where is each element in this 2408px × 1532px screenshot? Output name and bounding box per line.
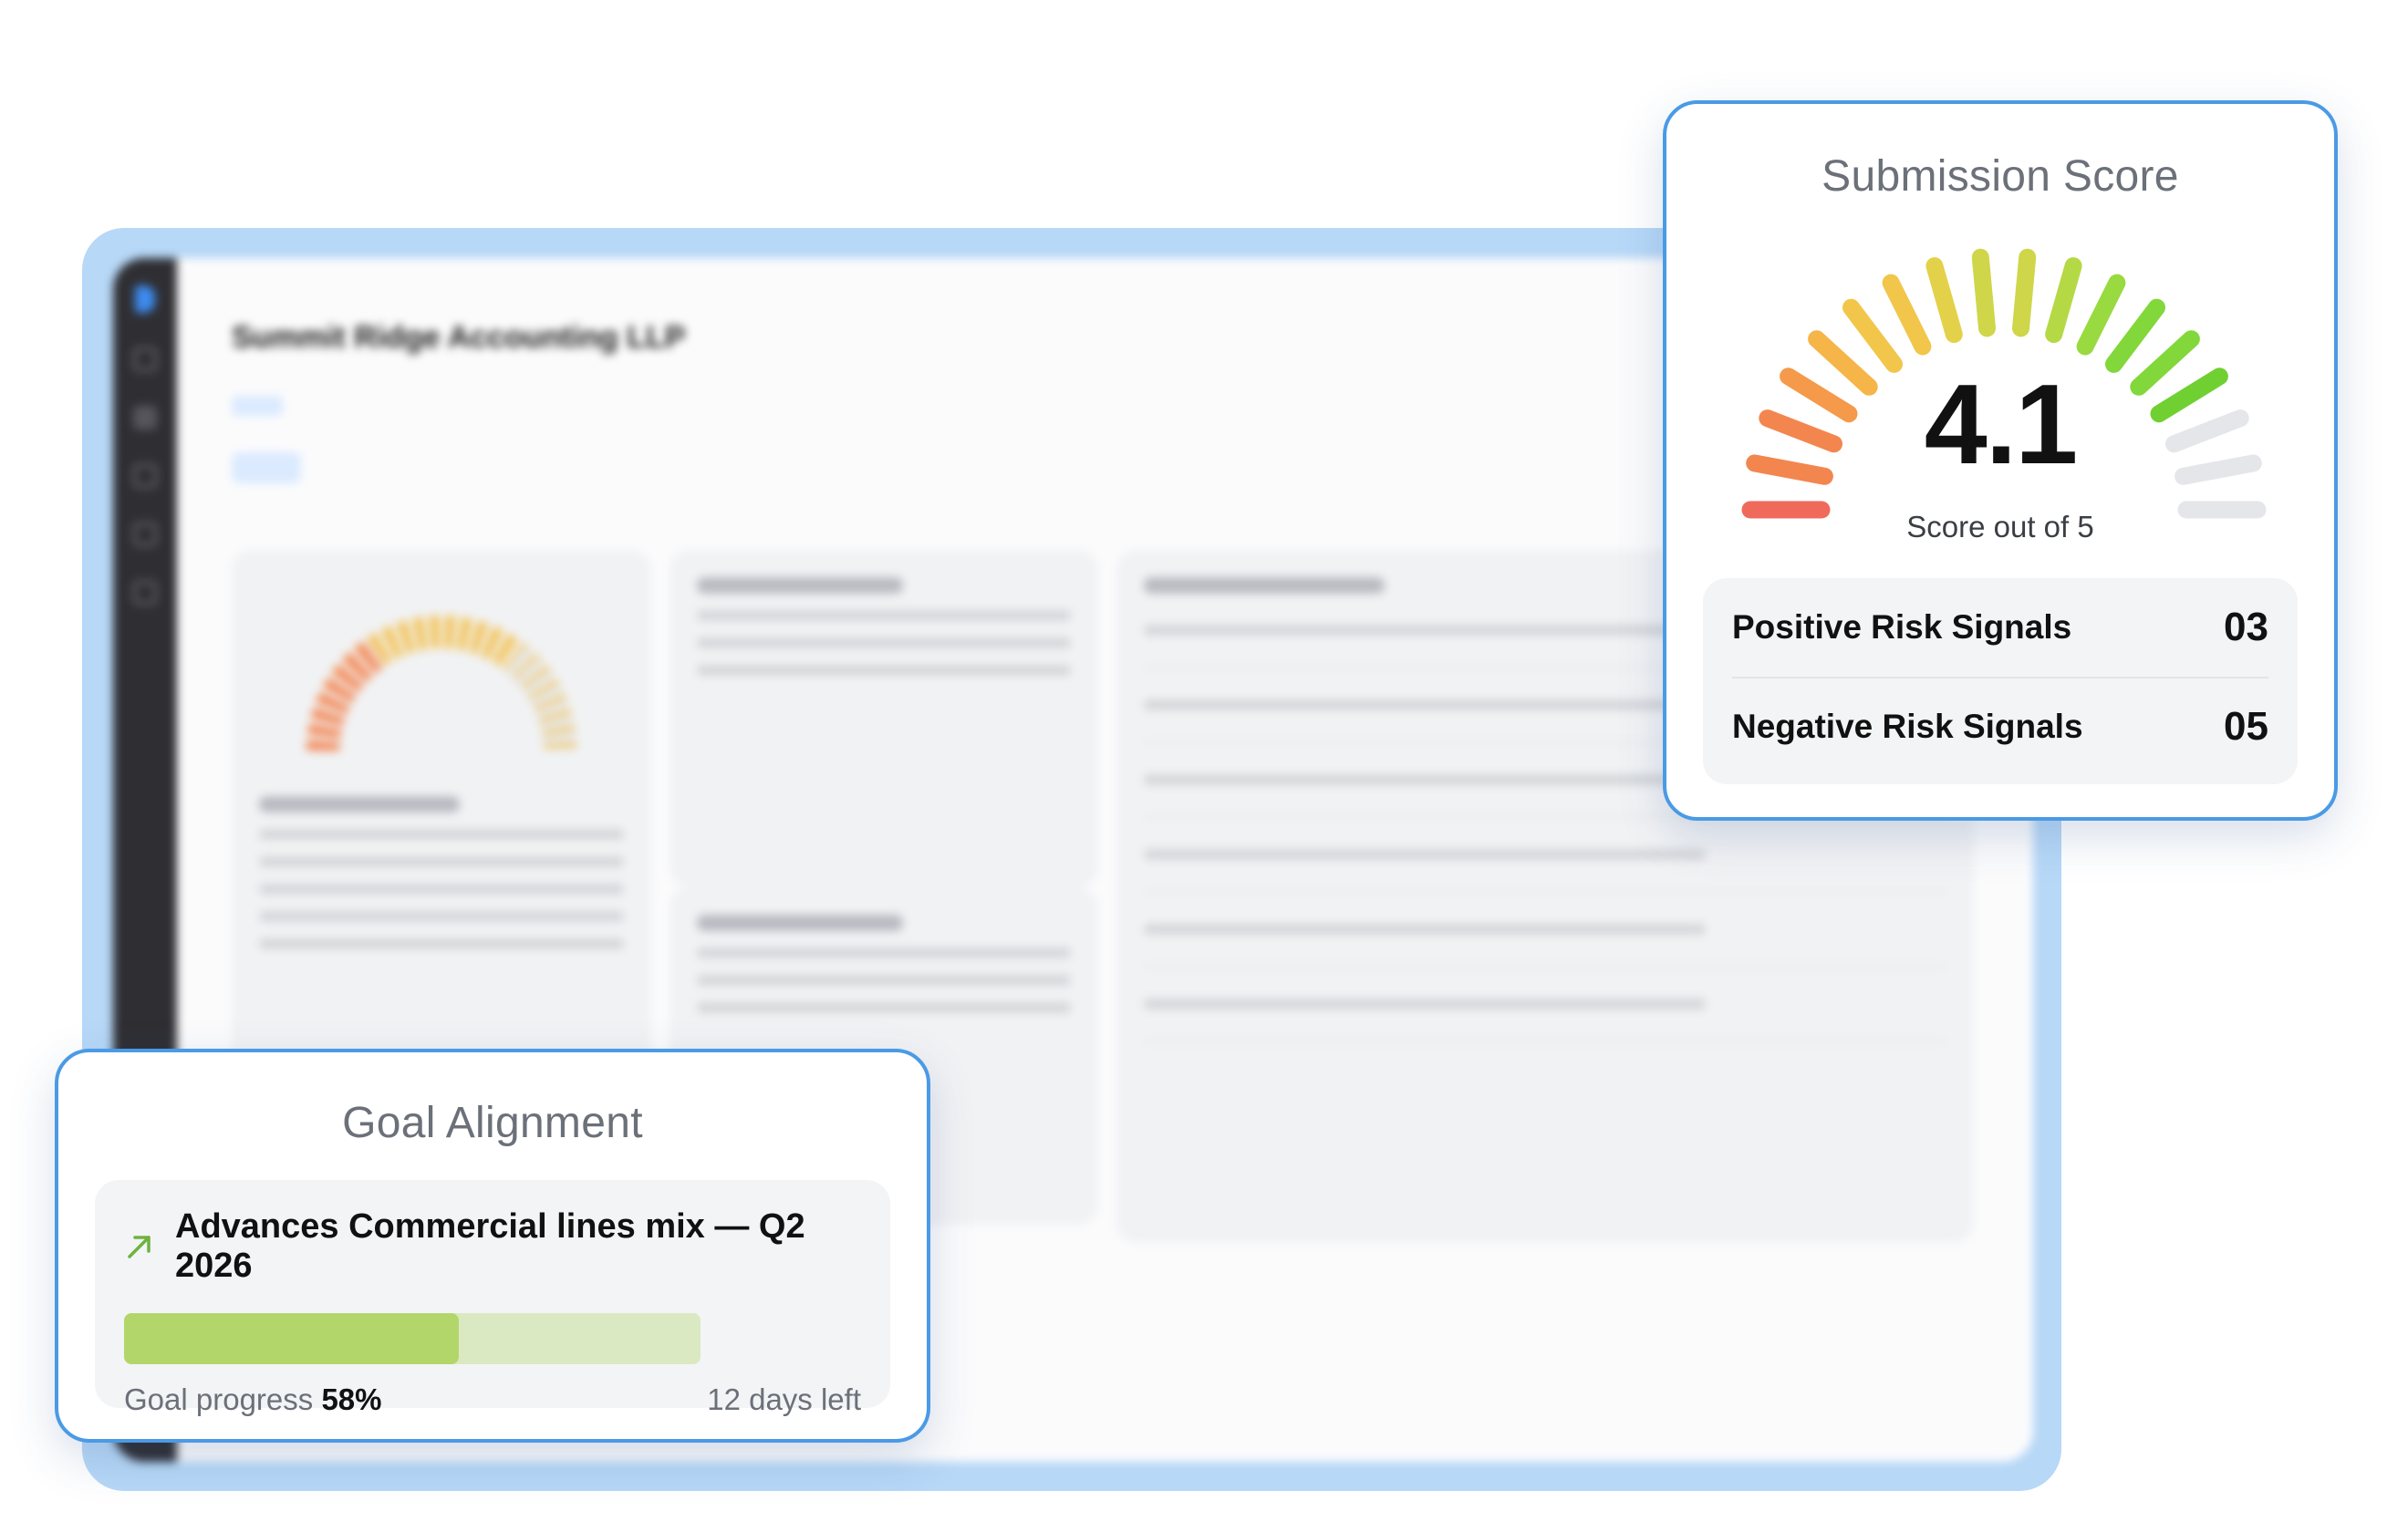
placeholder-line bbox=[697, 665, 1071, 676]
gauge-tick bbox=[1971, 248, 1996, 337]
clock-icon[interactable] bbox=[133, 523, 157, 546]
gauge-tick bbox=[2045, 257, 2082, 344]
goal-alignment-card: Goal Alignment Advances Commercial lines… bbox=[55, 1049, 930, 1443]
progress-label: Goal progress bbox=[124, 1382, 314, 1416]
goal-progress-fill bbox=[124, 1313, 459, 1364]
goal-card-title: Goal Alignment bbox=[342, 1099, 643, 1147]
negative-signals-row[interactable]: Negative Risk Signals 05 bbox=[1732, 677, 2268, 775]
score-card-title: Submission Score bbox=[1822, 152, 2179, 201]
goal-text: Advances Commercial lines mix — Q2 2026 bbox=[175, 1207, 805, 1285]
positive-signals-row[interactable]: Positive Risk Signals 03 bbox=[1732, 578, 2268, 677]
signal-count: 05 bbox=[2224, 704, 2268, 749]
placeholder-line bbox=[259, 856, 624, 867]
placeholder-line bbox=[1144, 699, 1706, 710]
gauge-tick bbox=[1842, 298, 1903, 373]
meta-field bbox=[232, 387, 283, 416]
submission-score-card: Submission Score 4.1 Score out of 5 Posi… bbox=[1663, 100, 2338, 821]
goal-header: Advances Commercial lines mix — Q2 2026 bbox=[124, 1207, 861, 1286]
gauge-tick bbox=[2076, 274, 2126, 356]
tab-active[interactable] bbox=[232, 452, 302, 483]
gauge-tick bbox=[2012, 248, 2037, 337]
placeholder-line bbox=[697, 975, 1071, 986]
placeholder-line bbox=[259, 796, 460, 813]
score-value: 4.1 bbox=[1924, 362, 2078, 488]
placeholder-line bbox=[1144, 577, 1385, 594]
home-icon[interactable] bbox=[133, 347, 157, 371]
gauge-tick bbox=[1925, 257, 1963, 344]
placeholder-line bbox=[697, 610, 1071, 621]
signal-label: Negative Risk Signals bbox=[1732, 708, 2083, 745]
progress-value: 58% bbox=[321, 1382, 382, 1416]
signal-count: 03 bbox=[2224, 605, 2268, 649]
trend-up-arrow-icon bbox=[128, 1236, 150, 1258]
meta-value bbox=[646, 396, 649, 412]
placeholder-line bbox=[259, 911, 624, 922]
placeholder-line bbox=[697, 637, 1071, 648]
meta-field bbox=[646, 387, 649, 416]
mini-gauge bbox=[306, 616, 576, 751]
days-left: 12 days left bbox=[707, 1382, 861, 1416]
goal-panel: Advances Commercial lines mix — Q2 2026 … bbox=[95, 1180, 890, 1416]
placeholder-line bbox=[1144, 849, 1706, 860]
placeholder-line bbox=[1144, 999, 1706, 1009]
goal-progress-bar bbox=[124, 1313, 701, 1364]
placeholder-line bbox=[697, 1002, 1071, 1013]
gauge-tick bbox=[2105, 298, 2165, 373]
inbox-icon[interactable] bbox=[133, 464, 157, 488]
background-positive-card bbox=[669, 550, 1098, 887]
list-item[interactable] bbox=[1144, 818, 1946, 893]
meta-field bbox=[401, 387, 405, 416]
goal-footer: Goal progress 58% 12 days left bbox=[124, 1382, 861, 1417]
placeholder-line bbox=[697, 947, 1071, 958]
placeholder-line bbox=[1144, 924, 1706, 935]
gauge-tick bbox=[1882, 274, 1932, 356]
status-badge bbox=[232, 396, 283, 416]
gear-icon[interactable] bbox=[133, 581, 157, 605]
placeholder-line bbox=[259, 884, 624, 895]
placeholder-line bbox=[1144, 774, 1706, 785]
placeholder-line bbox=[259, 938, 624, 949]
meta-value bbox=[769, 396, 773, 412]
meta-value bbox=[401, 396, 405, 412]
score-caption: Score out of 5 bbox=[1906, 510, 2094, 543]
logo-icon bbox=[135, 285, 155, 313]
tab[interactable] bbox=[319, 452, 368, 483]
risk-signals-panel: Positive Risk Signals 03 Negative Risk S… bbox=[1703, 578, 2298, 784]
document-icon[interactable] bbox=[133, 406, 157, 430]
signal-label: Positive Risk Signals bbox=[1732, 608, 2072, 646]
placeholder-line bbox=[697, 577, 903, 594]
meta-field bbox=[524, 387, 527, 416]
meta-value bbox=[524, 396, 527, 412]
stage: Summit Ridge Accounting LLP Submission S… bbox=[0, 0, 2408, 1532]
meta-field bbox=[769, 387, 773, 416]
placeholder-line bbox=[1144, 625, 1706, 636]
placeholder-line bbox=[697, 915, 903, 931]
goal-progress-text: Goal progress 58% bbox=[124, 1382, 382, 1417]
list-item[interactable] bbox=[1144, 968, 1946, 1042]
placeholder-line bbox=[259, 829, 624, 840]
list-item[interactable] bbox=[1144, 893, 1946, 968]
